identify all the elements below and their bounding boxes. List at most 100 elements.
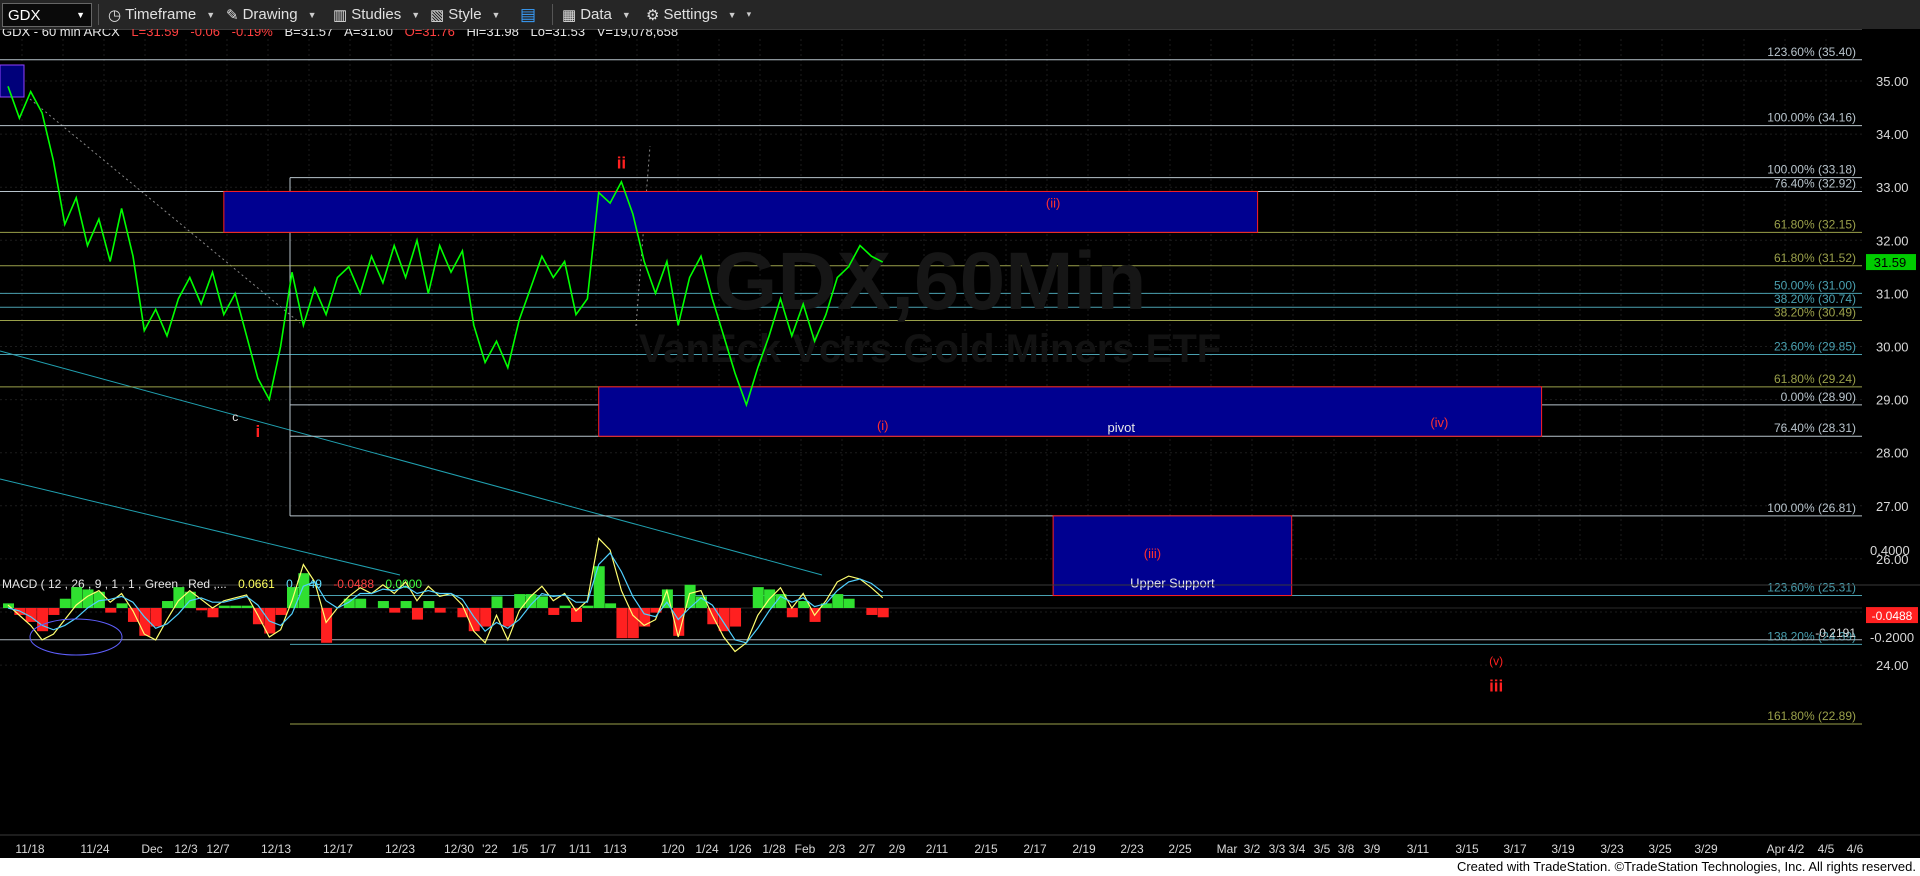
- settings-menu[interactable]: ⚙ Settings ▼ ▾: [646, 4, 751, 25]
- macd-hist-bar: [105, 608, 117, 613]
- macd-hist-bar: [491, 596, 503, 608]
- macd-hist-bar: [275, 608, 287, 615]
- symbol-selector[interactable]: GDX ▼: [2, 3, 92, 27]
- chevron-down-icon: ▼: [727, 9, 737, 20]
- data-icon: ▦: [562, 6, 577, 24]
- macd-hist-bar: [559, 605, 571, 608]
- macd-hist-bar: [752, 587, 764, 608]
- wave-label: ii: [617, 154, 626, 173]
- time-tick-label: 4/5: [1818, 842, 1835, 856]
- time-tick-label: 2/23: [1120, 842, 1144, 856]
- price-change-pct: -0.19%: [232, 29, 274, 39]
- open-price: O=31.76: [405, 29, 455, 39]
- macd-hist-bar: [116, 603, 128, 608]
- fib-label: 38.20% (30.74): [1774, 292, 1856, 306]
- time-tick-label: 3/23: [1600, 842, 1624, 856]
- footer: Created with TradeStation. ©TradeStation…: [0, 858, 1920, 876]
- time-tick-label: 1/13: [603, 842, 627, 856]
- header-bar: GDX - 60 min ARCX L=31.59 -0.06 -0.19% B…: [2, 29, 678, 39]
- time-tick-label: 3/8: [1338, 842, 1355, 856]
- wave-label: c: [232, 410, 238, 424]
- time-axis[interactable]: 11/18 11/24 Dec 12/3 12/7 12/13 12/17 12/23 12/3…: [0, 834, 1920, 856]
- time-tick-label: 1/7: [540, 842, 557, 856]
- ask-price: A=31.60: [344, 29, 393, 39]
- start-box: [0, 64, 25, 98]
- time-tick-label: 2/3: [829, 842, 846, 856]
- timeframe-label: Timeframe: [125, 6, 197, 23]
- time-tick-label: 3/29: [1694, 842, 1718, 856]
- time-tick-label: 4/2: [1788, 842, 1805, 856]
- price-change: -0.06: [190, 29, 220, 39]
- chart-name: GDX - 60 min ARCX: [2, 29, 120, 39]
- settings-label: Settings: [663, 6, 718, 23]
- fib-label: 76.40% (32.92): [1774, 176, 1856, 190]
- price-tick-label: 31.00: [1876, 286, 1909, 301]
- symbol-value: GDX: [8, 6, 41, 24]
- macd-hist-bar: [377, 601, 389, 608]
- trend-line: [0, 478, 401, 576]
- last-price-badge-label: 31.59: [1874, 255, 1907, 270]
- macd-hist-bar: [480, 608, 492, 627]
- macd-hist-value: -0.0488: [333, 577, 374, 591]
- style-icon: ▧: [430, 6, 445, 24]
- macd-hist-bar: [786, 608, 798, 618]
- style-menu[interactable]: ▧ Style ▼: [430, 4, 500, 25]
- macd-hist-bar: [196, 608, 208, 611]
- time-tick-label: 1/26: [728, 842, 752, 856]
- layout-button[interactable]: ▤: [520, 4, 536, 25]
- macd-value: 0.0661: [238, 577, 275, 591]
- chevron-down-icon: ▼: [621, 9, 631, 20]
- macd-label: MACD ( 12 , 26 , 9 , 1 , 1 , Green , Red…: [2, 577, 227, 591]
- time-tick-label: 2/19: [1072, 842, 1096, 856]
- macd-tick-label: 0.4000: [1870, 543, 1910, 558]
- wave-label: (v): [1489, 654, 1503, 668]
- zone-sublabel: (iii): [1144, 546, 1161, 561]
- time-tick-label: 11/18: [15, 842, 44, 856]
- macd-hist-bar: [877, 608, 889, 618]
- fib-label: 0.00% (28.90): [1781, 390, 1856, 404]
- macd-hist-bar: [548, 608, 560, 615]
- fib-label: 61.80% (32.15): [1774, 217, 1856, 231]
- fib-label: 123.60% (35.40): [1767, 45, 1856, 59]
- data-menu[interactable]: ▦ Data ▼: [562, 4, 631, 25]
- fib-label: 61.80% (31.52): [1774, 251, 1856, 265]
- time-tick-label: 2/17: [1023, 842, 1047, 856]
- macd-hist-bar: [423, 601, 435, 608]
- macd-hist-bar: [48, 608, 60, 615]
- time-tick-label: 1/20: [661, 842, 685, 856]
- time-tick-label: 1/11: [569, 842, 592, 856]
- chevron-down-icon: ▼: [206, 9, 216, 20]
- high-price: Hi=31.98: [466, 29, 518, 39]
- macd-hist-bar: [230, 605, 242, 608]
- drawing-menu[interactable]: ✎ Drawing ▼: [226, 4, 317, 25]
- price-tick-label: 27.00: [1876, 499, 1909, 514]
- macd-hist-bar: [59, 598, 71, 608]
- time-tick-label: 12/3: [174, 842, 198, 856]
- time-tick-label: 3/9: [1364, 842, 1381, 856]
- layout-icon: ▤: [520, 4, 537, 24]
- price-tick-label: 29.00: [1876, 393, 1909, 408]
- time-tick-label: 3/2: [1244, 842, 1261, 856]
- macd-hist-bar: [434, 608, 446, 613]
- time-tick-label: Mar: [1217, 842, 1238, 856]
- macd-hist-bar: [298, 573, 310, 608]
- time-tick-label: 12/17: [323, 842, 353, 856]
- time-tick-label: 1/5: [512, 842, 529, 856]
- macd-hist-bar: [241, 605, 253, 608]
- macd-hist-bar: [616, 608, 628, 639]
- time-tick-label: 3/3: [1269, 842, 1286, 856]
- wave-ii-zone: [223, 190, 1259, 233]
- time-tick-label: 12/13: [261, 842, 291, 856]
- timeframe-menu[interactable]: ◷ Timeframe ▼: [108, 4, 215, 25]
- macd-hist-bar: [389, 608, 401, 613]
- chart-canvas[interactable]: 123.60% (35.40) 100.00% (34.16) 100.00% (3…: [0, 29, 1920, 858]
- time-tick-label: 2/15: [974, 842, 998, 856]
- studies-menu[interactable]: ▥ Studies ▼: [333, 4, 420, 25]
- zone-sublabel: (i): [877, 418, 889, 433]
- studies-icon: ▥: [333, 6, 348, 24]
- time-tick-label: 3/5: [1314, 842, 1331, 856]
- watermark-symbol: GDX,60Min: [714, 236, 1147, 327]
- chevron-down-icon: ▼: [307, 9, 317, 20]
- macd-annot-label: -0.2191: [1815, 626, 1856, 640]
- gear-icon: ⚙: [646, 6, 660, 24]
